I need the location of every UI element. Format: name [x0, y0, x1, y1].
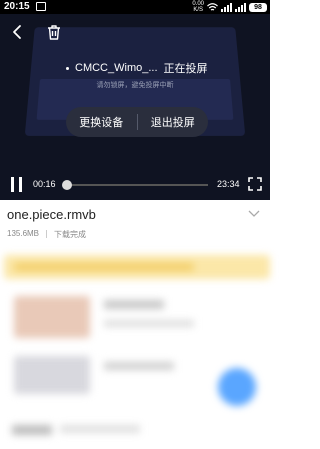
blurred-text [60, 425, 140, 433]
back-arrow-icon[interactable] [10, 24, 26, 40]
file-size: 135.6MB [7, 229, 40, 238]
chevron-down-icon[interactable] [248, 208, 260, 218]
wifi-icon [207, 2, 218, 11]
seek-thumb[interactable] [62, 180, 72, 190]
blurred-text [104, 362, 174, 370]
status-bar: 20:15 0.00 K/S 98 [0, 0, 270, 14]
divider [46, 230, 48, 238]
cast-device-name: CMCC_Wimo_... [75, 62, 158, 74]
blurred-text [104, 320, 194, 327]
seek-bar[interactable] [64, 184, 208, 186]
cast-actions: 更换设备 退出投屏 [66, 107, 208, 137]
current-time: 00:16 [33, 179, 56, 189]
cast-status: 正在投屏 [163, 63, 208, 75]
blurred-list-item [0, 290, 270, 342]
cast-status-line: CMCC_Wimo_... 正在投屏 [66, 60, 208, 76]
signal-icon [221, 2, 232, 12]
cast-hint: 请勿锁屏，避免投屏中断 [96, 82, 174, 89]
change-device-button[interactable]: 更换设备 [66, 107, 137, 137]
player-controls: 00:16 23:34 [0, 174, 270, 200]
status-dot-icon [66, 66, 69, 70]
battery-icon: 98 [249, 2, 267, 12]
blurred-list-item [0, 415, 270, 449]
blurred-banner [4, 255, 270, 279]
cast-video-area: CMCC_Wimo_... 正在投屏 请勿锁屏，避免投屏中断 更换设备 退出投屏… [0, 14, 270, 200]
pause-icon[interactable] [10, 177, 24, 193]
file-name: one.piece.rmvb [7, 207, 96, 222]
status-icons: 0.00 K/S 98 [192, 1, 267, 13]
exit-cast-button[interactable]: 退出投屏 [138, 107, 209, 137]
notification-icon [36, 2, 46, 11]
signal-icon-2 [235, 2, 246, 12]
blurred-text [104, 300, 164, 309]
blurred-thumbnail [14, 296, 90, 338]
network-speed-unit: K/S [193, 7, 203, 13]
floating-action-button[interactable] [218, 368, 256, 406]
download-state: 下载完成 [54, 230, 87, 239]
total-time: 23:34 [217, 179, 240, 189]
blurred-text [12, 425, 52, 435]
trash-icon[interactable] [46, 24, 62, 40]
network-speed: 0.00 K/S [192, 1, 204, 13]
status-time: 20:15 [4, 1, 30, 12]
file-meta: 135.6MB 下载完成 [7, 229, 86, 240]
fullscreen-icon[interactable] [248, 177, 262, 191]
blurred-thumbnail [14, 356, 90, 394]
